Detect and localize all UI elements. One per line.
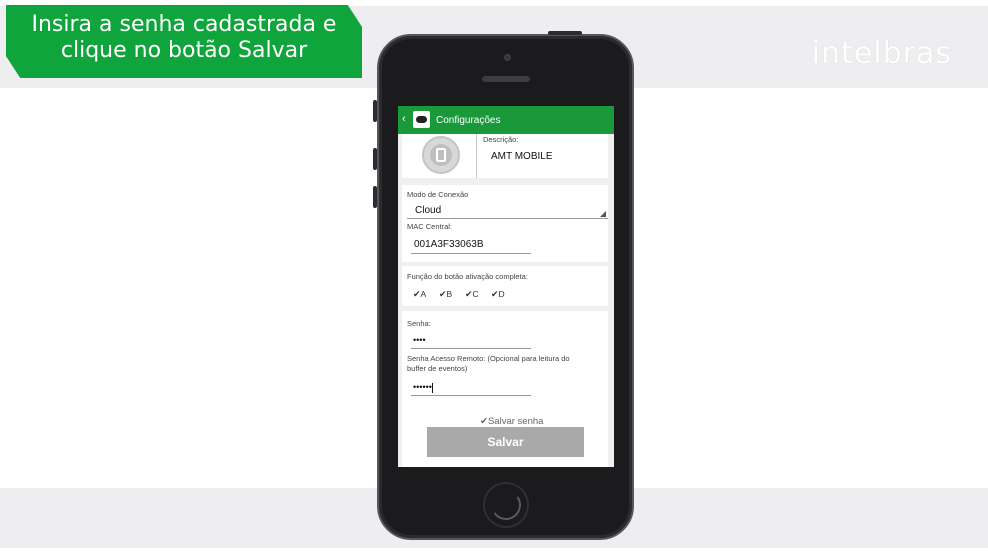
mute-switch xyxy=(373,100,377,122)
check-icon: ✔ xyxy=(439,289,447,299)
app-bar: ‹ Configurações xyxy=(398,106,614,134)
partition-label: A xyxy=(420,289,427,299)
partition-label: C xyxy=(472,289,479,299)
description-card: Descrição: AMT MOBILE xyxy=(402,134,608,178)
button-function-label: Função do botão ativação completa: xyxy=(407,272,528,281)
chevron-left-icon[interactable]: ‹ xyxy=(402,113,406,125)
description-field[interactable]: AMT MOBILE xyxy=(491,151,553,162)
mac-field[interactable]: 001A3F33063B xyxy=(414,239,484,250)
password-label: Senha: xyxy=(407,319,431,328)
instruction-line-2: clique no botão Salvar xyxy=(60,38,308,63)
screen-title: Configurações xyxy=(436,115,501,126)
select-underline xyxy=(407,218,608,219)
mac-label: MAC Central: xyxy=(407,222,453,231)
earpiece-speaker xyxy=(482,76,530,82)
password-card: Senha: •••• Senha Acesso Remoto: (Opcion… xyxy=(402,311,608,467)
connection-mode-label: Modo de Conexão xyxy=(407,190,469,199)
dropdown-arrow-icon[interactable] xyxy=(600,211,606,217)
remote-password-field[interactable]: •••••• xyxy=(413,382,433,393)
partition-checkbox-c[interactable]: ✔C xyxy=(465,289,479,300)
partition-checkbox-a[interactable]: ✔A xyxy=(413,289,426,300)
instruction-line-1: Insira a senha cadastrada e xyxy=(31,12,337,37)
check-icon: ✔ xyxy=(465,289,473,299)
check-icon: ✔ xyxy=(491,289,499,299)
power-button xyxy=(548,31,582,35)
save-button[interactable]: Salvar xyxy=(427,427,584,457)
mac-underline xyxy=(411,253,531,254)
text-cursor xyxy=(431,382,433,393)
remote-password-label-1: Senha Acesso Remoto: (Opcional para leit… xyxy=(407,354,570,363)
partition-checkbox-b[interactable]: ✔B xyxy=(439,289,452,300)
remote-password-value: •••••• xyxy=(413,382,432,392)
brand-logo: intelbras xyxy=(811,36,952,71)
password-field[interactable]: •••• xyxy=(413,335,426,345)
connection-card: Modo de Conexão Cloud MAC Central: 001A3… xyxy=(402,185,608,262)
partition-checkbox-d[interactable]: ✔D xyxy=(491,289,505,300)
password-underline xyxy=(411,348,531,349)
partition-label: D xyxy=(498,289,505,299)
volume-up-button xyxy=(373,148,377,170)
video-frame: Insira a senha cadastrada e clique no bo… xyxy=(0,0,988,554)
partition-label: B xyxy=(446,289,453,299)
remote-password-label-2: buffer de eventos) xyxy=(407,364,468,373)
front-camera xyxy=(504,54,511,61)
app-logo-icon xyxy=(413,111,430,128)
instruction-text: Insira a senha cadastrada e clique no bo… xyxy=(6,12,362,64)
divider xyxy=(476,134,477,178)
save-password-label: Salvar senha xyxy=(487,416,544,427)
remote-password-underline xyxy=(411,395,531,396)
description-label: Descrição: xyxy=(483,135,519,144)
app-screen: ‹ Configurações Descrição: AMT MOBILE Mo… xyxy=(398,106,614,467)
volume-down-button xyxy=(373,186,377,208)
connection-mode-select[interactable]: Cloud xyxy=(415,205,441,216)
save-password-checkbox[interactable]: ✔Salvar senha xyxy=(480,416,543,427)
check-icon: ✔ xyxy=(413,289,421,299)
check-icon: ✔ xyxy=(480,416,488,427)
button-function-card: Função do botão ativação completa: ✔A ✔B… xyxy=(402,266,608,306)
briefcase-icon xyxy=(436,148,446,162)
